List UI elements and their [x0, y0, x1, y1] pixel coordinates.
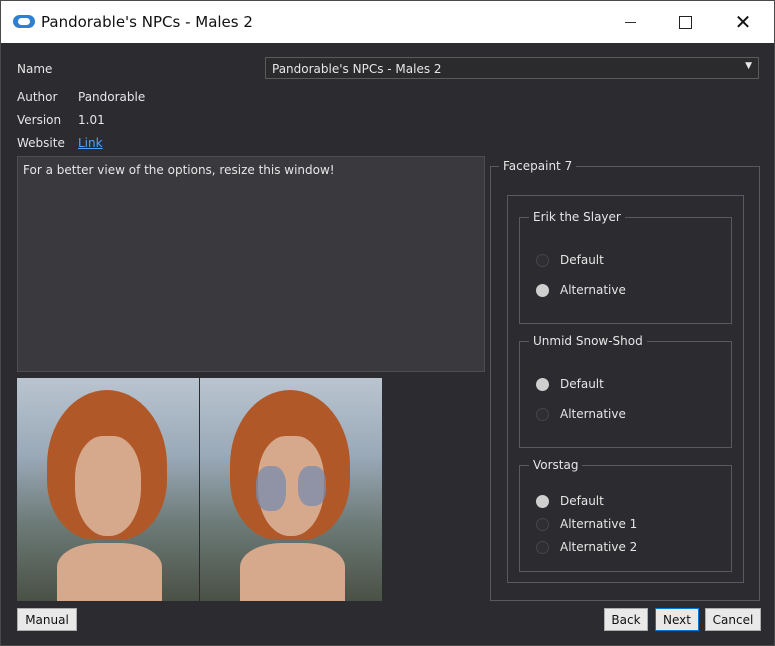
website-label: Website	[17, 136, 65, 150]
minimize-button[interactable]	[604, 1, 656, 43]
description-box[interactable]: For a better view of the options, resize…	[17, 156, 485, 372]
group-title-erik: Erik the Slayer	[529, 210, 625, 224]
preview-alternative	[200, 378, 382, 601]
radio-button[interactable]	[536, 540, 549, 554]
app-icon	[13, 15, 35, 28]
name-dropdown-value: Pandorable's NPCs - Males 2	[272, 62, 442, 76]
radio-label: Default	[560, 253, 604, 267]
radio-label: Default	[560, 494, 604, 508]
group-erik-the-slayer: Erik the Slayer	[519, 210, 732, 324]
minimize-icon	[624, 21, 636, 23]
radio-button[interactable]	[536, 253, 549, 267]
version-label: Version	[17, 113, 62, 127]
title-bar: Pandorable's NPCs - Males 2 ✕	[1, 1, 774, 43]
maximize-button[interactable]	[659, 1, 711, 43]
radio-unmid-default[interactable]: Default	[536, 377, 604, 391]
facepaint-group-title: Facepaint 7	[499, 159, 577, 173]
back-button[interactable]: Back	[604, 608, 648, 631]
description-text: For a better view of the options, resize…	[23, 163, 335, 177]
radio-vorstag-alternative-1[interactable]: Alternative 1	[536, 517, 637, 531]
radio-vorstag-alternative-2[interactable]: Alternative 2	[536, 540, 637, 554]
option-preview-image	[17, 378, 382, 601]
group-title-vorstag: Vorstag	[529, 458, 583, 472]
radio-label: Alternative	[560, 407, 626, 421]
next-button[interactable]: Next	[655, 608, 699, 631]
chevron-down-icon: ▼	[745, 61, 752, 71]
radio-erik-alternative[interactable]: Alternative	[536, 283, 626, 297]
manual-button[interactable]: Manual	[17, 608, 77, 631]
group-title-unmid: Unmid Snow-Shod	[529, 334, 647, 348]
radio-label: Alternative	[560, 283, 626, 297]
cancel-button[interactable]: Cancel	[705, 608, 761, 631]
radio-unmid-alternative[interactable]: Alternative	[536, 407, 626, 421]
radio-erik-default[interactable]: Default	[536, 253, 604, 267]
radio-button[interactable]	[536, 377, 549, 391]
name-label: Name	[17, 62, 53, 76]
preview-default	[17, 378, 199, 601]
window-title: Pandorable's NPCs - Males 2	[41, 13, 253, 31]
radio-vorstag-default[interactable]: Default	[536, 494, 604, 508]
maximize-icon	[678, 15, 692, 29]
radio-label: Alternative 1	[560, 517, 638, 531]
radio-button[interactable]	[536, 283, 549, 297]
close-button[interactable]: ✕	[717, 1, 769, 43]
installer-window: Pandorable's NPCs - Males 2 ✕ Name Pando…	[0, 0, 775, 646]
radio-label: Default	[560, 377, 604, 391]
radio-button[interactable]	[536, 494, 549, 508]
radio-label: Alternative 2	[560, 540, 638, 554]
close-icon: ✕	[734, 10, 752, 34]
radio-button[interactable]	[536, 407, 549, 421]
author-label: Author	[17, 90, 58, 104]
version-value: 1.01	[78, 113, 105, 127]
website-link[interactable]: Link	[78, 136, 103, 150]
name-dropdown[interactable]: Pandorable's NPCs - Males 2 ▼	[265, 57, 759, 79]
group-unmid-snow-shod: Unmid Snow-Shod	[519, 334, 732, 448]
author-value: Pandorable	[78, 90, 146, 104]
radio-button[interactable]	[536, 517, 549, 531]
